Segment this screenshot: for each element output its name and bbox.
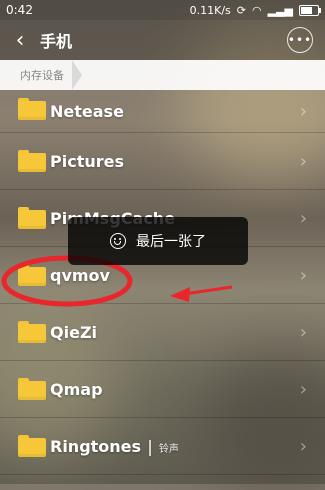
chevron-right-icon: › [299,264,307,286]
battery-icon [299,4,321,16]
chevron-left-icon: ‹ [15,27,25,53]
folder-list: Netease › Pictures › PimMsgCache › qvmov… [0,90,325,475]
folder-name: Pictures [50,151,124,171]
chevron-right-icon: › [299,100,307,122]
smile-icon [110,233,126,249]
sync-icon: ⟳ [236,3,246,17]
status-bar: 0:42 0.11K/s ⟳ ◠ ▂▃▅ [0,0,325,20]
folder-icon [18,321,46,343]
toast-message: 最后一张了 [68,217,248,265]
folder-icon [18,264,46,286]
network-speed: 0.11K/s [189,3,231,17]
chevron-right-icon: › [299,378,307,400]
folder-name: qvmov [50,265,110,285]
more-icon: ••• [287,33,313,47]
chevron-right-icon: › [299,207,307,229]
signal-icon: ▂▃▅ [267,3,293,17]
folder-icon [18,150,46,172]
breadcrumb[interactable]: 内存设备 [0,60,325,90]
folder-name: QieZi [50,322,98,342]
folder-icon [18,435,46,457]
more-button[interactable]: ••• [287,27,313,53]
folder-tag: 铃声 [158,443,179,455]
folder-name: Qmap [50,379,103,399]
title-bar: ‹ 手机 ••• [0,20,325,60]
list-item[interactable]: Qmap › [0,361,325,418]
folder-name-text: Ringtones [50,436,142,456]
page-title: 手机 [40,32,73,51]
chevron-right-icon: › [299,435,307,457]
list-item[interactable]: Pictures › [0,133,325,190]
list-item[interactable]: Ringtones | 铃声 › [0,418,325,475]
status-icons: 0.11K/s ⟳ ◠ ▂▃▅ [189,3,321,17]
folder-icon [18,98,46,120]
status-time: 0:42 [6,3,33,17]
folder-name: Ringtones | 铃声 [50,437,179,456]
list-item[interactable]: QieZi › [0,304,325,361]
breadcrumb-item-storage[interactable]: 内存设备 [20,67,64,83]
wifi-icon: ◠ [252,3,262,17]
list-item[interactable]: Netease › [0,90,325,133]
folder-icon [18,378,46,400]
folder-icon [18,207,46,229]
toast-text: 最后一张了 [136,234,206,250]
separator: | [147,436,153,456]
chevron-right-icon: › [299,150,307,172]
chevron-right-icon: › [299,321,307,343]
folder-name: Netease [50,101,124,121]
breadcrumb-arrow-icon [72,60,82,90]
back-button[interactable]: ‹ [0,20,40,60]
